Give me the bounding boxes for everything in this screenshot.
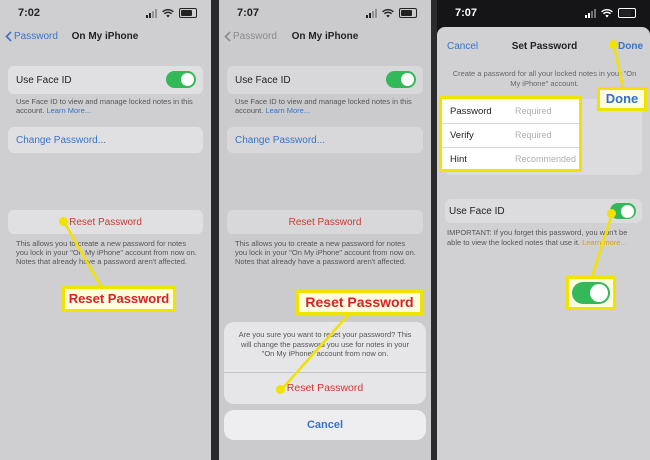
toggle-on-icon [572, 282, 610, 304]
battery-icon [618, 8, 636, 18]
pointer-dot [609, 40, 618, 49]
chevron-left-icon [224, 31, 231, 42]
face-id-toggle[interactable] [166, 71, 196, 88]
face-id-description: Use Face ID to view and manage locked no… [235, 97, 412, 115]
pointer-dot [59, 217, 68, 226]
face-id-label: Use Face ID [449, 206, 505, 217]
battery-icon [179, 8, 197, 18]
password-fields-highlight: Password Required Verify Required Hint R… [439, 96, 582, 172]
verify-field-row[interactable]: Verify Required [442, 123, 579, 148]
learn-more-link[interactable]: Learn more... [582, 238, 627, 247]
screenshot-panel-3: 7:07 Cancel Set Password Done Create a p… [437, 0, 650, 460]
action-sheet: Are you sure you want to reset your pass… [224, 322, 426, 404]
important-note: IMPORTANT: If you forget this password, … [447, 228, 628, 247]
face-id-toggle-callout [566, 276, 616, 310]
done-button[interactable]: Done [618, 41, 643, 52]
change-password-row[interactable]: Change Password... [8, 127, 203, 153]
cellular-signal-icon [585, 8, 596, 18]
reset-password-label: Reset Password [69, 217, 142, 228]
face-id-label: Use Face ID [16, 75, 72, 86]
hint-label: Hint [450, 154, 467, 165]
back-button[interactable]: Password [224, 31, 277, 42]
status-time: 7:07 [237, 7, 260, 19]
cancel-button[interactable]: Cancel [447, 41, 478, 52]
hint-field-row[interactable]: Hint Recommended [442, 147, 579, 171]
reset-password-callout-1: Reset Password [62, 286, 176, 312]
back-label: Password [233, 31, 277, 42]
reset-description: This allows you to create a new password… [16, 239, 197, 266]
reset-password-button[interactable]: Reset Password [8, 210, 203, 234]
password-field-row[interactable]: Password Required [442, 99, 579, 124]
status-time: 7:07 [455, 7, 478, 19]
change-password-link[interactable]: Change Password... [16, 135, 106, 146]
confirm-reset-password-button[interactable]: Reset Password [224, 372, 426, 404]
set-password-description: Create a password for all your locked no… [452, 69, 637, 88]
screenshot-panel-2: 7:07 Password On My iPhone Use Face ID U… [219, 0, 431, 460]
wifi-icon [382, 8, 394, 17]
nav-title: On My iPhone [291, 31, 359, 42]
reset-password-label: Reset Password [288, 217, 362, 228]
hint-input[interactable]: Recommended [515, 154, 576, 164]
change-password-link[interactable]: Change Password... [235, 135, 325, 146]
sheet-title: Set Password [511, 41, 578, 52]
wifi-icon [162, 8, 174, 17]
status-time: 7:02 [18, 7, 41, 19]
cellular-signal-icon [366, 8, 377, 18]
chevron-left-icon [5, 31, 12, 42]
pointer-dot [607, 209, 616, 218]
reset-password-button[interactable]: Reset Password [227, 210, 423, 234]
status-bar: 7:07 [437, 7, 650, 21]
password-label: Password [450, 106, 492, 117]
change-password-row[interactable]: Change Password... [227, 127, 423, 153]
status-bar: 7:02 [0, 7, 211, 21]
wifi-icon [601, 8, 613, 17]
cellular-signal-icon [146, 8, 157, 18]
learn-more-link[interactable]: Learn More... [265, 106, 310, 115]
verify-label: Verify [450, 130, 474, 141]
reset-password-callout-2: Reset Password [296, 290, 423, 315]
action-sheet-message: Are you sure you want to reset your pass… [238, 330, 412, 358]
verify-input[interactable]: Required [515, 130, 552, 140]
status-bar: 7:07 [219, 7, 431, 21]
face-id-description: Use Face ID to view and manage locked no… [16, 97, 193, 115]
face-id-toggle[interactable] [386, 71, 416, 88]
back-label: Password [14, 31, 58, 42]
password-input[interactable]: Required [515, 106, 552, 116]
battery-icon [399, 8, 417, 18]
back-button[interactable]: Password [5, 31, 58, 42]
done-callout: Done [597, 87, 647, 111]
learn-more-link[interactable]: Learn More... [46, 106, 91, 115]
reset-description: This allows you to create a new password… [235, 239, 416, 266]
cancel-button[interactable]: Cancel [224, 410, 426, 440]
face-id-label: Use Face ID [235, 75, 291, 86]
use-face-id-row: Use Face ID [227, 66, 423, 94]
nav-title: On My iPhone [71, 31, 139, 42]
screenshot-panel-1: 7:02 Password On My iPhone Use Face ID U… [0, 0, 211, 460]
pointer-dot [276, 385, 285, 394]
use-face-id-row: Use Face ID [8, 66, 203, 94]
